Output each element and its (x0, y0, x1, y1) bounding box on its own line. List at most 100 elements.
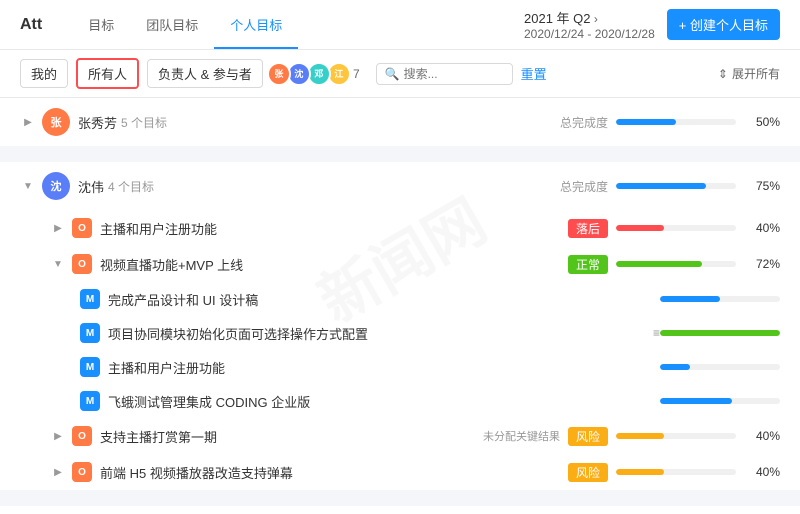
goal-progress-bar-bg-2 (616, 261, 736, 267)
progress-section-zhangxiufang: 总完成度 50% (560, 114, 780, 131)
avatar-zhangxiufang: 张 (42, 108, 70, 136)
goal-expand-icon-2: ▼ (50, 256, 66, 272)
date-range-text: 2020/12/24 - 2020/12/28 (524, 27, 655, 41)
filter-mine-button[interactable]: 我的 (20, 59, 68, 88)
goal-progress-bar-fill-3 (616, 433, 664, 439)
sub-goal-title-3: 主播和用户注册功能 (108, 358, 660, 377)
date-arrow-icon: › (594, 12, 598, 26)
goal-icon-2: O (72, 254, 92, 274)
goal-progress-pct-1: 40% (744, 221, 780, 235)
tab-team-goals[interactable]: 团队目标 (130, 0, 214, 49)
goal-progress-3: 40% (616, 429, 780, 443)
sub-goal-bar-bg-1 (660, 296, 780, 302)
create-personal-goal-button[interactable]: + 创建个人目标 (667, 9, 780, 40)
sub-goal-progress-4 (660, 398, 780, 404)
sub-goal-bar-bg-3 (660, 364, 780, 370)
sub-goal-bar-bg-2 (660, 330, 780, 336)
app-container: Att 目标 团队目标 个人目标 2021 年 Q2 › 2020/12/24 … (0, 0, 800, 514)
assignee-avatars[interactable]: 张 沈 邓 江 7 (271, 62, 360, 86)
sub-goal-item-2[interactable]: M 项目协同模块初始化页面可选择操作方式配置 ≡ (0, 316, 800, 350)
status-badge-3: 风险 (568, 427, 608, 446)
person-group-zhangxiufang: ▶ 张 张秀芳 5 个目标 总完成度 50% (0, 98, 800, 146)
goal-icon-1: O (72, 218, 92, 238)
goal-title-1: 主播和用户注册功能 (100, 219, 568, 238)
person-row-zhangxiufang[interactable]: ▶ 张 张秀芳 5 个目标 总完成度 50% (0, 98, 800, 146)
expand-all-button[interactable]: ⇕ 展开所有 (718, 65, 780, 82)
sub-goal-icon-1: M (80, 289, 100, 309)
goal-icon-4: O (72, 462, 92, 482)
sub-goal-bar-fill-1 (660, 296, 720, 302)
person-row-dengxiaoyi[interactable]: ▶ 邓 邓晓宜 5 个目标 总完成度 50% (0, 506, 800, 514)
goal-progress-pct-2: 72% (744, 257, 780, 271)
progress-label-shenwei: 总完成度 (560, 178, 608, 195)
sub-goal-bar-bg-4 (660, 398, 780, 404)
avatar-1: 张 (267, 62, 291, 86)
goal-item-2[interactable]: ▼ O 视频直播功能+MVP 上线 正常 72% (0, 246, 800, 282)
date-range: 2021 年 Q2 › 2020/12/24 - 2020/12/28 (524, 8, 655, 41)
goal-progress-pct-4: 40% (744, 465, 780, 479)
sub-goal-progress-2 (660, 330, 780, 336)
sub-goal-icon-2: M (80, 323, 100, 343)
logo: Att (20, 16, 42, 34)
sub-goal-progress-1 (660, 296, 780, 302)
progress-bar-bg-shenwei (616, 183, 736, 189)
goal-progress-bar-bg-3 (616, 433, 736, 439)
sub-goal-item-1[interactable]: M 完成产品设计和 UI 设计稿 (0, 282, 800, 316)
sub-goal-item-4[interactable]: M 飞蛾测试管理集成 CODING 企业版 (0, 384, 800, 418)
goal-expand-icon-4: ▶ (50, 464, 66, 480)
status-badge-1: 落后 (568, 219, 608, 238)
goal-progress-1: 40% (616, 221, 780, 235)
progress-bar-bg-zhangxiufang (616, 119, 736, 125)
expand-icon: ⇕ (718, 67, 728, 81)
expand-all-label: 展开所有 (732, 65, 780, 82)
sub-goal-icon-4: M (80, 391, 100, 411)
goal-expand-icon-3: ▶ (50, 428, 66, 444)
expand-arrow-icon-shenwei: ▼ (20, 178, 36, 194)
tab-goals[interactable]: 目标 (72, 0, 130, 49)
person-name-zhangxiufang: 张秀芳 (78, 113, 117, 132)
toolbar: 我的 所有人 负责人 & 参与者 张 沈 邓 江 7 🔍 重置 ⇕ 展开所有 (0, 50, 800, 98)
goal-progress-bar-bg-1 (616, 225, 736, 231)
filter-assignee-button[interactable]: 负责人 & 参与者 (147, 59, 263, 88)
goal-progress-bar-fill-1 (616, 225, 664, 231)
quarter-label: 2021 年 Q2 (524, 11, 591, 26)
progress-bar-fill-zhangxiufang (616, 119, 676, 125)
search-input[interactable] (404, 67, 504, 81)
divider-1 (0, 154, 800, 162)
filter-all-button[interactable]: 所有人 (76, 58, 139, 89)
goal-title-3: 支持主播打赏第一期 (100, 427, 483, 446)
sub-goal-icon-3: M (80, 357, 100, 377)
sub-goal-item-3[interactable]: M 主播和用户注册功能 (0, 350, 800, 384)
goal-title-2: 视频直播功能+MVP 上线 (100, 255, 568, 274)
goal-item-1[interactable]: ▶ O 主播和用户注册功能 落后 40% (0, 210, 800, 246)
header: Att 目标 团队目标 个人目标 2021 年 Q2 › 2020/12/24 … (0, 0, 800, 50)
goal-progress-bar-fill-4 (616, 469, 664, 475)
progress-label-zhangxiufang: 总完成度 (560, 114, 608, 131)
avatar-shenwei: 沈 (42, 172, 70, 200)
goal-progress-bar-fill-2 (616, 261, 702, 267)
sub-goal-bar-fill-4 (660, 398, 732, 404)
goal-progress-bar-bg-4 (616, 469, 736, 475)
reset-button[interactable]: 重置 (521, 64, 547, 83)
goal-item-4[interactable]: ▶ O 前端 H5 视频播放器改造支持弹幕 风险 40% (0, 454, 800, 490)
progress-pct-shenwei: 75% (744, 179, 780, 193)
goal-title-4: 前端 H5 视频播放器改造支持弹幕 (100, 463, 568, 482)
status-badge-4: 风险 (568, 463, 608, 482)
goal-expand-icon-1: ▶ (50, 220, 66, 236)
divider-2 (0, 498, 800, 506)
progress-pct-zhangxiufang: 50% (744, 115, 780, 129)
sub-goal-title-1: 完成产品设计和 UI 设计稿 (108, 290, 660, 309)
sub-goal-progress-3 (660, 364, 780, 370)
goal-progress-4: 40% (616, 465, 780, 479)
goal-count-zhangxiufang: 5 个目标 (121, 114, 167, 131)
person-group-shenwei: ▼ 沈 沈伟 4 个目标 总完成度 75% ▶ O 主播和用户注册功能 落后 (0, 162, 800, 490)
tab-personal-goals[interactable]: 个人目标 (214, 0, 298, 49)
goal-count-shenwei: 4 个目标 (108, 178, 154, 195)
person-row-shenwei[interactable]: ▼ 沈 沈伟 4 个目标 总完成度 75% (0, 162, 800, 210)
goal-progress-pct-3: 40% (744, 429, 780, 443)
sub-goal-bar-fill-3 (660, 364, 690, 370)
goal-item-3[interactable]: ▶ O 支持主播打赏第一期 未分配关键结果 风险 40% (0, 418, 800, 454)
sub-goal-title-4: 飞蛾测试管理集成 CODING 企业版 (108, 392, 660, 411)
progress-section-shenwei: 总完成度 75% (560, 178, 780, 195)
nav-tabs: 目标 团队目标 个人目标 (72, 0, 298, 49)
